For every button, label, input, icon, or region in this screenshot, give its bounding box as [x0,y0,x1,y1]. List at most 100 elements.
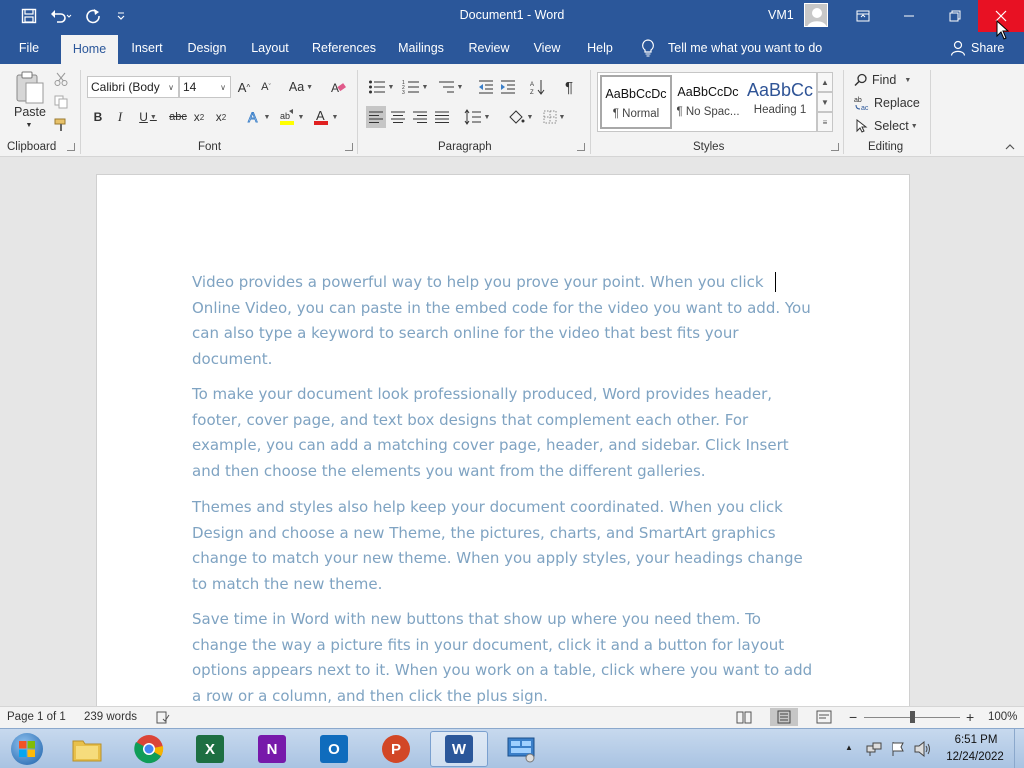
tab-insert[interactable]: Insert [124,32,170,64]
clipboard-launcher-icon[interactable] [67,143,75,151]
document-area[interactable]: Video provides a powerful way to help yo… [0,158,1024,706]
svg-text:A: A [331,81,339,95]
zoom-level[interactable]: 100% [988,711,1017,723]
format-painter-icon[interactable] [52,116,70,134]
tab-help[interactable]: Help [580,32,620,64]
action-center-icon[interactable] [890,741,906,760]
superscript-icon[interactable]: x2 [212,106,230,128]
web-layout-icon[interactable] [816,710,832,727]
tell-me-search[interactable]: Tell me what you want to do [640,32,822,64]
taskbar-powerpoint[interactable]: P [367,731,425,767]
show-formatting-marks-icon[interactable]: ¶ [560,76,578,98]
taskbar-outlook[interactable]: O [305,731,363,767]
print-layout-icon[interactable] [770,708,798,726]
collapse-ribbon-icon[interactable] [1002,140,1018,154]
tab-design[interactable]: Design [180,32,234,64]
shrink-font-icon[interactable]: Aˇ [258,76,274,98]
multilevel-list-icon[interactable]: ▼ [434,76,466,98]
align-left-icon[interactable] [366,106,386,128]
bold-icon[interactable]: B [90,106,106,128]
font-name-dropdown[interactable]: Calibri (Body ∨ [87,76,179,98]
justify-icon[interactable] [432,106,452,128]
numbering-icon[interactable]: 1 2 3 ▼ [400,76,430,98]
tab-home[interactable]: Home [61,35,118,64]
style-no-spacing[interactable]: AaBbCcDc ¶ No Spac... [672,75,744,129]
styles-scroll-up-icon[interactable]: ▲ [817,72,833,92]
tab-mailings[interactable]: Mailings [392,32,450,64]
clear-formatting-icon[interactable]: A [328,76,348,98]
show-desktop-button[interactable] [1014,729,1024,768]
page-count[interactable]: Page 1 of 1 [7,711,66,723]
font-launcher-icon[interactable] [345,143,353,151]
cut-icon[interactable] [52,70,70,88]
align-right-icon[interactable] [410,106,430,128]
body-paragraph-4[interactable]: Save time in Word with new buttons that … [192,607,814,706]
change-case-button[interactable]: Aa ▼ [286,76,316,98]
increase-indent-icon[interactable] [498,76,518,98]
show-hidden-icons[interactable]: ▲ [845,743,853,752]
minimize-button[interactable] [886,0,932,32]
shading-icon[interactable]: ▼ [504,106,536,128]
style-normal[interactable]: AaBbCcDc ¶ Normal [600,75,672,129]
paste-icon[interactable] [12,70,48,106]
subscript-icon[interactable]: x2 [190,106,208,128]
word-count[interactable]: 239 words [84,711,137,723]
strikethrough-icon[interactable]: abc [168,106,188,128]
paste-dropdown-icon[interactable]: ▼ [25,120,33,130]
font-size-dropdown[interactable]: 14 ∨ [179,76,231,98]
restore-button[interactable] [932,0,978,32]
replace-button[interactable]: ab ac Replace [854,93,926,113]
paste-button[interactable]: Paste [8,104,52,120]
line-spacing-icon[interactable]: ▼ [462,106,492,128]
font-color-icon[interactable]: A ▼ [310,106,340,128]
zoom-slider-thumb[interactable] [910,711,915,723]
network-icon[interactable] [866,741,882,760]
body-paragraph-2[interactable]: To make your document look professionall… [192,382,814,484]
borders-icon[interactable]: ▼ [538,106,570,128]
taskbar-control-panel[interactable] [492,731,550,767]
paragraph-launcher-icon[interactable] [577,143,585,151]
highlight-color-icon[interactable]: ab ▼ [276,106,306,128]
text-effects-icon[interactable]: A ▼ [244,106,272,128]
document-page[interactable]: Video provides a powerful way to help yo… [96,174,910,706]
italic-icon[interactable]: I [112,106,128,128]
proofing-icon[interactable] [156,710,170,727]
styles-launcher-icon[interactable] [831,143,839,151]
styles-scroll-down-icon[interactable]: ▼ [817,92,833,112]
zoom-in-icon[interactable]: + [966,709,974,725]
user-avatar-icon[interactable] [804,3,828,27]
sort-icon[interactable]: AZ [528,76,548,98]
user-name[interactable]: VM1 [768,8,794,22]
taskbar-file-explorer[interactable] [58,731,116,767]
body-paragraph-3[interactable]: Themes and styles also help keep your do… [192,495,814,597]
taskbar-word[interactable]: W [430,731,488,767]
zoom-slider[interactable] [864,711,960,723]
styles-more-icon[interactable]: ≡ [817,112,833,132]
find-button[interactable]: Find ▼ [854,70,926,90]
clock-date[interactable]: 12/24/2022 [940,751,1010,763]
onenote-icon: N [258,735,286,763]
decrease-indent-icon[interactable] [476,76,496,98]
taskbar-excel[interactable]: X [181,731,239,767]
volume-icon[interactable] [914,740,932,760]
style-heading-1[interactable]: AaBbCc Heading 1 [744,75,816,129]
tab-review[interactable]: Review [462,32,516,64]
taskbar-onenote[interactable]: N [243,731,301,767]
select-button[interactable]: Select ▼ [856,116,928,136]
start-button[interactable] [0,731,54,767]
body-paragraph-1[interactable]: Video provides a powerful way to help yo… [192,270,814,372]
copy-icon[interactable] [52,93,70,111]
taskbar-chrome[interactable] [120,731,178,767]
tab-layout[interactable]: Layout [244,32,296,64]
ribbon-display-options-icon[interactable] [840,0,886,32]
read-mode-icon[interactable] [736,710,752,727]
underline-icon[interactable]: U ▼ [134,106,162,128]
tab-references[interactable]: References [308,32,380,64]
zoom-out-icon[interactable]: − [849,709,857,725]
clock-time[interactable]: 6:51 PM [946,734,1006,746]
align-center-icon[interactable] [388,106,408,128]
tab-view[interactable]: View [526,32,568,64]
grow-font-icon[interactable]: A ^ [236,76,252,98]
bullets-icon[interactable]: ▼ [366,76,396,98]
tab-file[interactable]: File [8,32,50,64]
